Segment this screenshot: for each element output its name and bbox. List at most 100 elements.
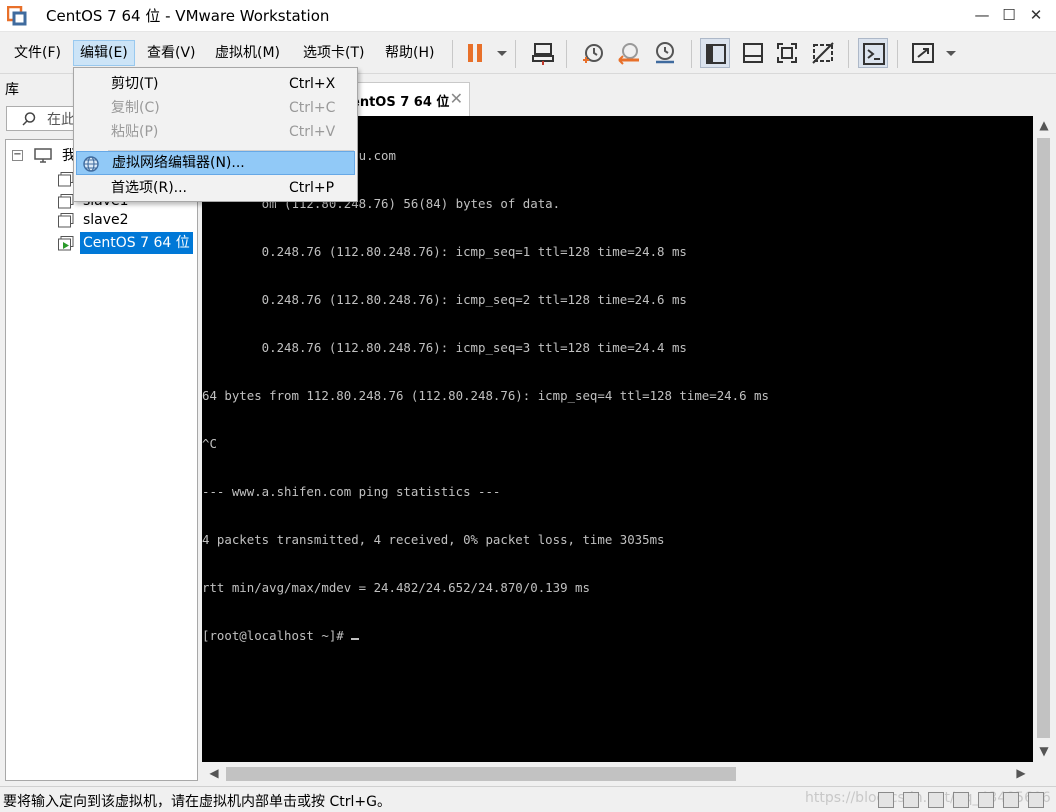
menu-vm[interactable]: 虚拟机(M)	[209, 40, 286, 66]
toolbar-separator	[515, 40, 516, 68]
sound-icon[interactable]	[978, 792, 994, 808]
menu-item-label: 粘贴(P)	[111, 124, 159, 140]
unity-icon	[812, 42, 834, 64]
menu-item-label: 虚拟网络编辑器(N)...	[112, 155, 245, 171]
console-view-icon	[863, 43, 885, 65]
menu-item-shortcut: Ctrl+V	[289, 124, 336, 140]
search-icon	[22, 112, 36, 126]
console-prompt: [root@localhost ~]#	[202, 628, 352, 643]
title-bar: CentOS 7 64 位 - VMware Workstation — ☐ ✕	[0, 0, 1056, 32]
menu-tabs[interactable]: 选项卡(T)	[297, 40, 370, 66]
revert-snapshot-icon	[618, 43, 639, 65]
menu-edit[interactable]: 编辑(E)	[73, 40, 135, 66]
usb-icon[interactable]	[953, 792, 969, 808]
maximize-button[interactable]: ☐	[997, 4, 1021, 26]
console-view-button[interactable]	[858, 38, 888, 68]
stretch-dropdown-icon	[946, 51, 956, 56]
network-adapter-icon[interactable]	[928, 792, 944, 808]
snapshot-manager-icon	[656, 42, 674, 64]
menu-item-shortcut: Ctrl+C	[289, 100, 336, 116]
toolbar-separator	[566, 40, 567, 68]
stretch-dropdown-button[interactable]	[936, 38, 956, 68]
scroll-down-icon[interactable]: ▼	[1036, 744, 1052, 758]
full-screen-icon	[777, 43, 797, 63]
vertical-scrollbar[interactable]: ▲ ▼	[1033, 116, 1054, 762]
menu-item-shortcut: Ctrl+P	[289, 180, 335, 196]
scroll-right-icon[interactable]: ▶	[1013, 766, 1029, 780]
vm-icon	[58, 194, 74, 209]
vertical-scroll-thumb[interactable]	[1037, 138, 1050, 738]
show-library-button[interactable]	[700, 38, 730, 68]
menu-copy[interactable]: 复制(C) Ctrl+C	[76, 96, 355, 120]
menu-help[interactable]: 帮助(H)	[379, 40, 440, 66]
thumbnail-bar-button[interactable]	[738, 38, 768, 68]
library-tree[interactable]: − 我 slave1 slave2 CentOS 7 64 位	[5, 139, 198, 781]
console-line: 0.248.76 (112.80.248.76): icmp_seq=1 ttl…	[202, 244, 687, 259]
close-window-button[interactable]: ✕	[1024, 4, 1048, 26]
menu-item-label: 复制(C)	[111, 100, 160, 116]
globe-icon	[83, 156, 99, 172]
take-snapshot-icon	[583, 44, 603, 63]
menu-preferences[interactable]: 首选项(R)... Ctrl+P	[76, 176, 355, 200]
toolbar-separator	[691, 40, 692, 68]
tab-centos[interactable]: entOS 7 64 位 ✕	[340, 82, 470, 116]
show-library-icon	[706, 44, 726, 64]
vm-icon	[58, 213, 74, 228]
tab-label: entOS 7 64 位	[351, 95, 450, 110]
snapshot-manager-button[interactable]	[650, 38, 680, 68]
collapse-icon[interactable]: −	[12, 150, 23, 161]
search-placeholder: 在此	[47, 112, 75, 128]
vmware-logo-icon	[7, 6, 27, 26]
take-snapshot-button[interactable]	[578, 38, 608, 68]
printer-icon[interactable]	[1003, 792, 1019, 808]
scroll-up-icon[interactable]: ▲	[1036, 118, 1052, 132]
menu-item-shortcut: Ctrl+X	[289, 76, 336, 92]
toolbar-separator	[897, 40, 898, 68]
menu-view[interactable]: 查看(V)	[141, 40, 202, 66]
horizontal-scrollbar[interactable]: ◀ ▶	[202, 763, 1033, 785]
scroll-left-icon[interactable]: ◀	[206, 766, 222, 780]
menu-paste[interactable]: 粘贴(P) Ctrl+V	[76, 120, 355, 144]
vm-console[interactable]: ping www.baidu.com om (112.80.248.76) 56…	[202, 116, 1033, 762]
console-line: 0.248.76 (112.80.248.76): icmp_seq=3 ttl…	[202, 340, 687, 355]
stretch-guest-button[interactable]	[908, 38, 938, 68]
console-line: --- www.a.shifen.com ping statistics ---	[202, 484, 501, 499]
window-title: CentOS 7 64 位 - VMware Workstation	[46, 7, 330, 25]
close-tab-icon[interactable]: ✕	[450, 89, 463, 108]
send-ctrl-alt-del-icon	[532, 43, 554, 65]
menu-virtual-network-editor[interactable]: 虚拟网络编辑器(N)...	[76, 151, 355, 175]
tree-item-slave2[interactable]: slave2	[56, 209, 196, 231]
running-vm-icon	[58, 236, 74, 251]
menu-file[interactable]: 文件(F)	[8, 40, 67, 66]
power-dropdown-button[interactable]	[487, 38, 509, 68]
console-line: 0.248.76 (112.80.248.76): icmp_seq=2 ttl…	[202, 292, 687, 307]
tree-item-label: slave2	[83, 212, 129, 228]
send-ctrl-alt-del-button[interactable]	[528, 38, 558, 68]
horizontal-scroll-thumb[interactable]	[226, 767, 736, 781]
tree-item-centos[interactable]: CentOS 7 64 位	[56, 232, 196, 254]
menu-item-label: 剪切(T)	[111, 76, 159, 92]
full-screen-button[interactable]	[772, 38, 802, 68]
vm-icon	[58, 172, 74, 187]
toolbar-separator	[452, 40, 453, 68]
console-line: 64 bytes from 112.80.248.76 (112.80.248.…	[202, 388, 769, 403]
console-cursor	[351, 629, 360, 640]
console-line: 4 packets transmitted, 4 received, 0% pa…	[202, 532, 665, 547]
console-prompt-line: [root@localhost ~]#	[202, 628, 1033, 644]
unity-button[interactable]	[808, 38, 838, 68]
menu-item-label: 首选项(R)...	[111, 180, 188, 196]
dropdown-arrow-icon	[497, 51, 507, 56]
cd-drive-icon[interactable]	[903, 792, 919, 808]
edit-dropdown-menu: 剪切(T) Ctrl+X 复制(C) Ctrl+C 粘贴(P) Ctrl+V 虚…	[73, 67, 358, 202]
thumbnail-bar-icon	[743, 43, 763, 63]
status-bar: 要将输入定向到该虚拟机，请在虚拟机内部单击或按 Ctrl+G。 https://…	[0, 786, 1056, 812]
tree-item-label: CentOS 7 64 位	[80, 232, 193, 254]
toolbar-separator	[848, 40, 849, 68]
hard-disk-icon[interactable]	[878, 792, 894, 808]
console-line: ^C	[202, 436, 217, 451]
revert-snapshot-button[interactable]	[614, 38, 644, 68]
display-icon[interactable]	[1028, 792, 1044, 808]
menu-cut[interactable]: 剪切(T) Ctrl+X	[76, 72, 355, 96]
minimize-button[interactable]: —	[970, 4, 994, 26]
stretch-guest-icon	[912, 43, 934, 63]
